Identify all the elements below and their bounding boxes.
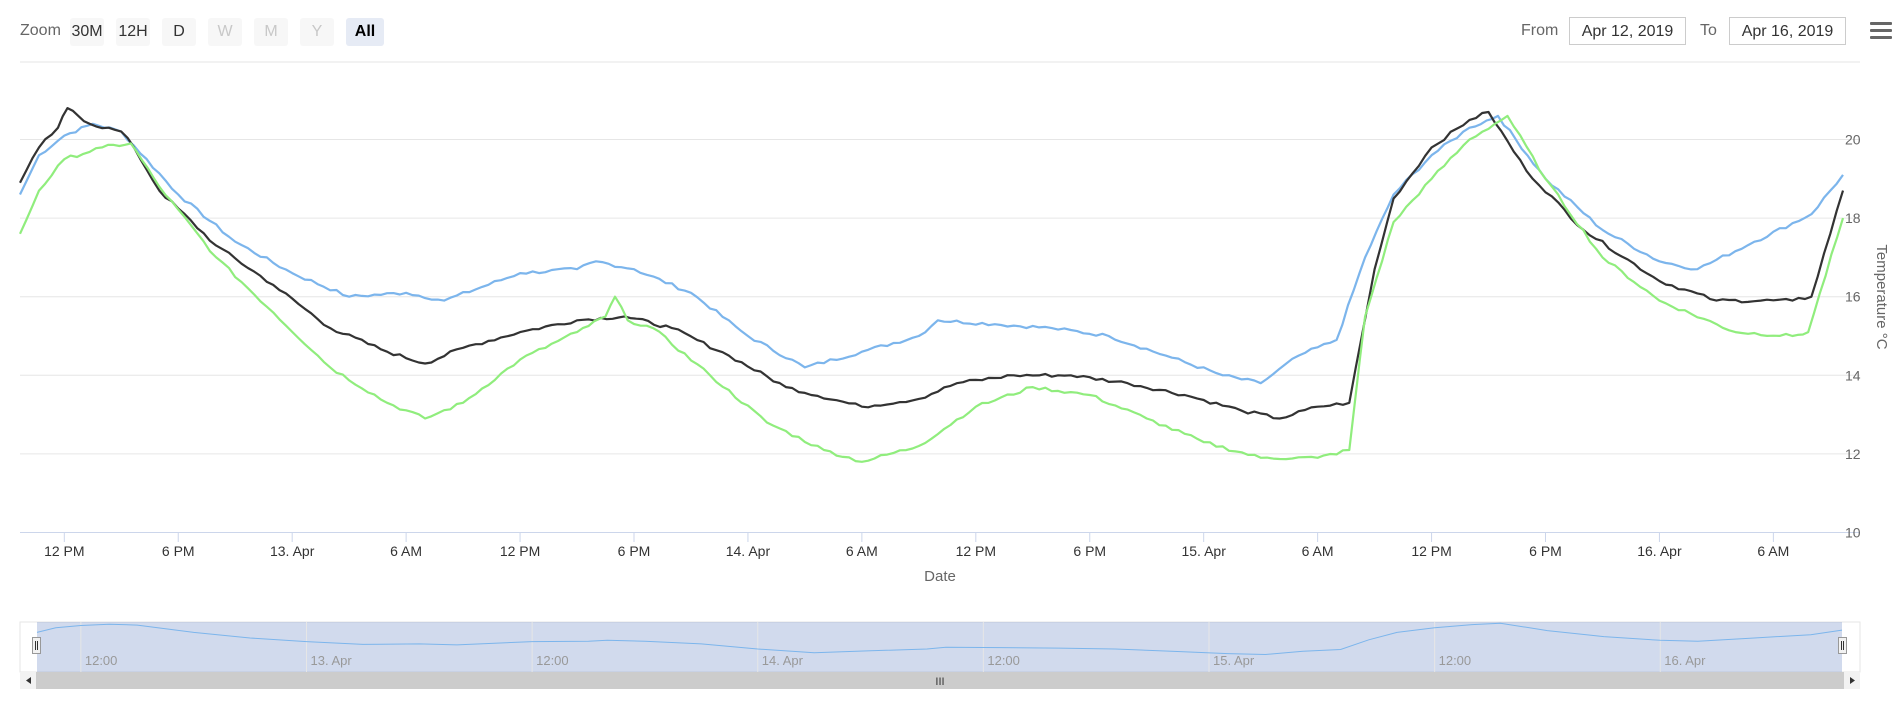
navigator-label: 12:00 (1439, 653, 1472, 668)
x-tick-label: 13. Apr (270, 543, 315, 559)
navigator-mask[interactable] (37, 622, 1842, 672)
y-tick-label: 16 (1845, 289, 1861, 305)
navigator-label: 15. Apr (1213, 653, 1255, 668)
x-tick-label: 12 PM (1411, 543, 1451, 559)
navigator-label: 12:00 (85, 653, 118, 668)
navigator-right-handle[interactable] (1838, 637, 1847, 654)
y-axis-title: Temperature °C (1873, 244, 1890, 349)
y-tick-label: 14 (1845, 367, 1861, 383)
series-line-2 (19, 107, 1845, 420)
x-tick-label: 6 AM (1757, 543, 1789, 559)
x-tick-label: 6 AM (390, 543, 422, 559)
temperature-chart: 12 PM 6 PM 13. Apr 6 AM 12 PM 6 PM 14. Apr 6 AM… (18, 61, 1890, 689)
x-tick-label: 6 PM (618, 543, 651, 559)
navigator-left-handle[interactable] (32, 637, 41, 654)
x-tick-label: 6 PM (1529, 543, 1562, 559)
y-tick-label: 18 (1845, 210, 1861, 226)
scrollbar[interactable]: III (20, 672, 1860, 689)
y-axis-tick-labels: 10 12 14 16 18 20 (1845, 132, 1861, 541)
x-tick-label: 12 PM (44, 543, 84, 559)
x-tick-label: 12 PM (956, 543, 996, 559)
series-lines (18, 107, 1845, 463)
navigator-label: 12:00 (536, 653, 569, 668)
series-line-3 (18, 114, 1845, 463)
navigator-label: 16. Apr (1664, 653, 1706, 668)
navigator-label: 13. Apr (310, 653, 352, 668)
x-tick-label: 6 PM (1073, 543, 1106, 559)
x-axis-ticks: 12 PM 6 PM 13. Apr 6 AM 12 PM 6 PM 14. Apr 6 AM… (44, 532, 1789, 559)
navigator-label: 14. Apr (762, 653, 804, 668)
x-tick-label: 14. Apr (726, 543, 771, 559)
series-line-1 (19, 114, 1844, 385)
navigator[interactable]: 12:00 13. Apr 12:00 14. Apr 12:00 15. Apr 12:0… (19, 621, 1861, 673)
y-tick-label: 20 (1845, 132, 1861, 148)
y-tick-label: 10 (1845, 525, 1861, 541)
y-gridlines (20, 139, 1860, 455)
y-tick-label: 12 (1845, 446, 1861, 462)
x-tick-label: 12 PM (500, 543, 540, 559)
navigator-label: 12:00 (987, 653, 1020, 668)
x-tick-label: 6 AM (1302, 543, 1334, 559)
x-tick-label: 6 PM (162, 543, 195, 559)
x-tick-label: 15. Apr (1181, 543, 1226, 559)
scrollbar-grip: III (935, 676, 944, 688)
x-tick-label: 16. Apr (1637, 543, 1682, 559)
x-tick-label: 6 AM (846, 543, 878, 559)
x-axis-title: Date (924, 568, 956, 585)
